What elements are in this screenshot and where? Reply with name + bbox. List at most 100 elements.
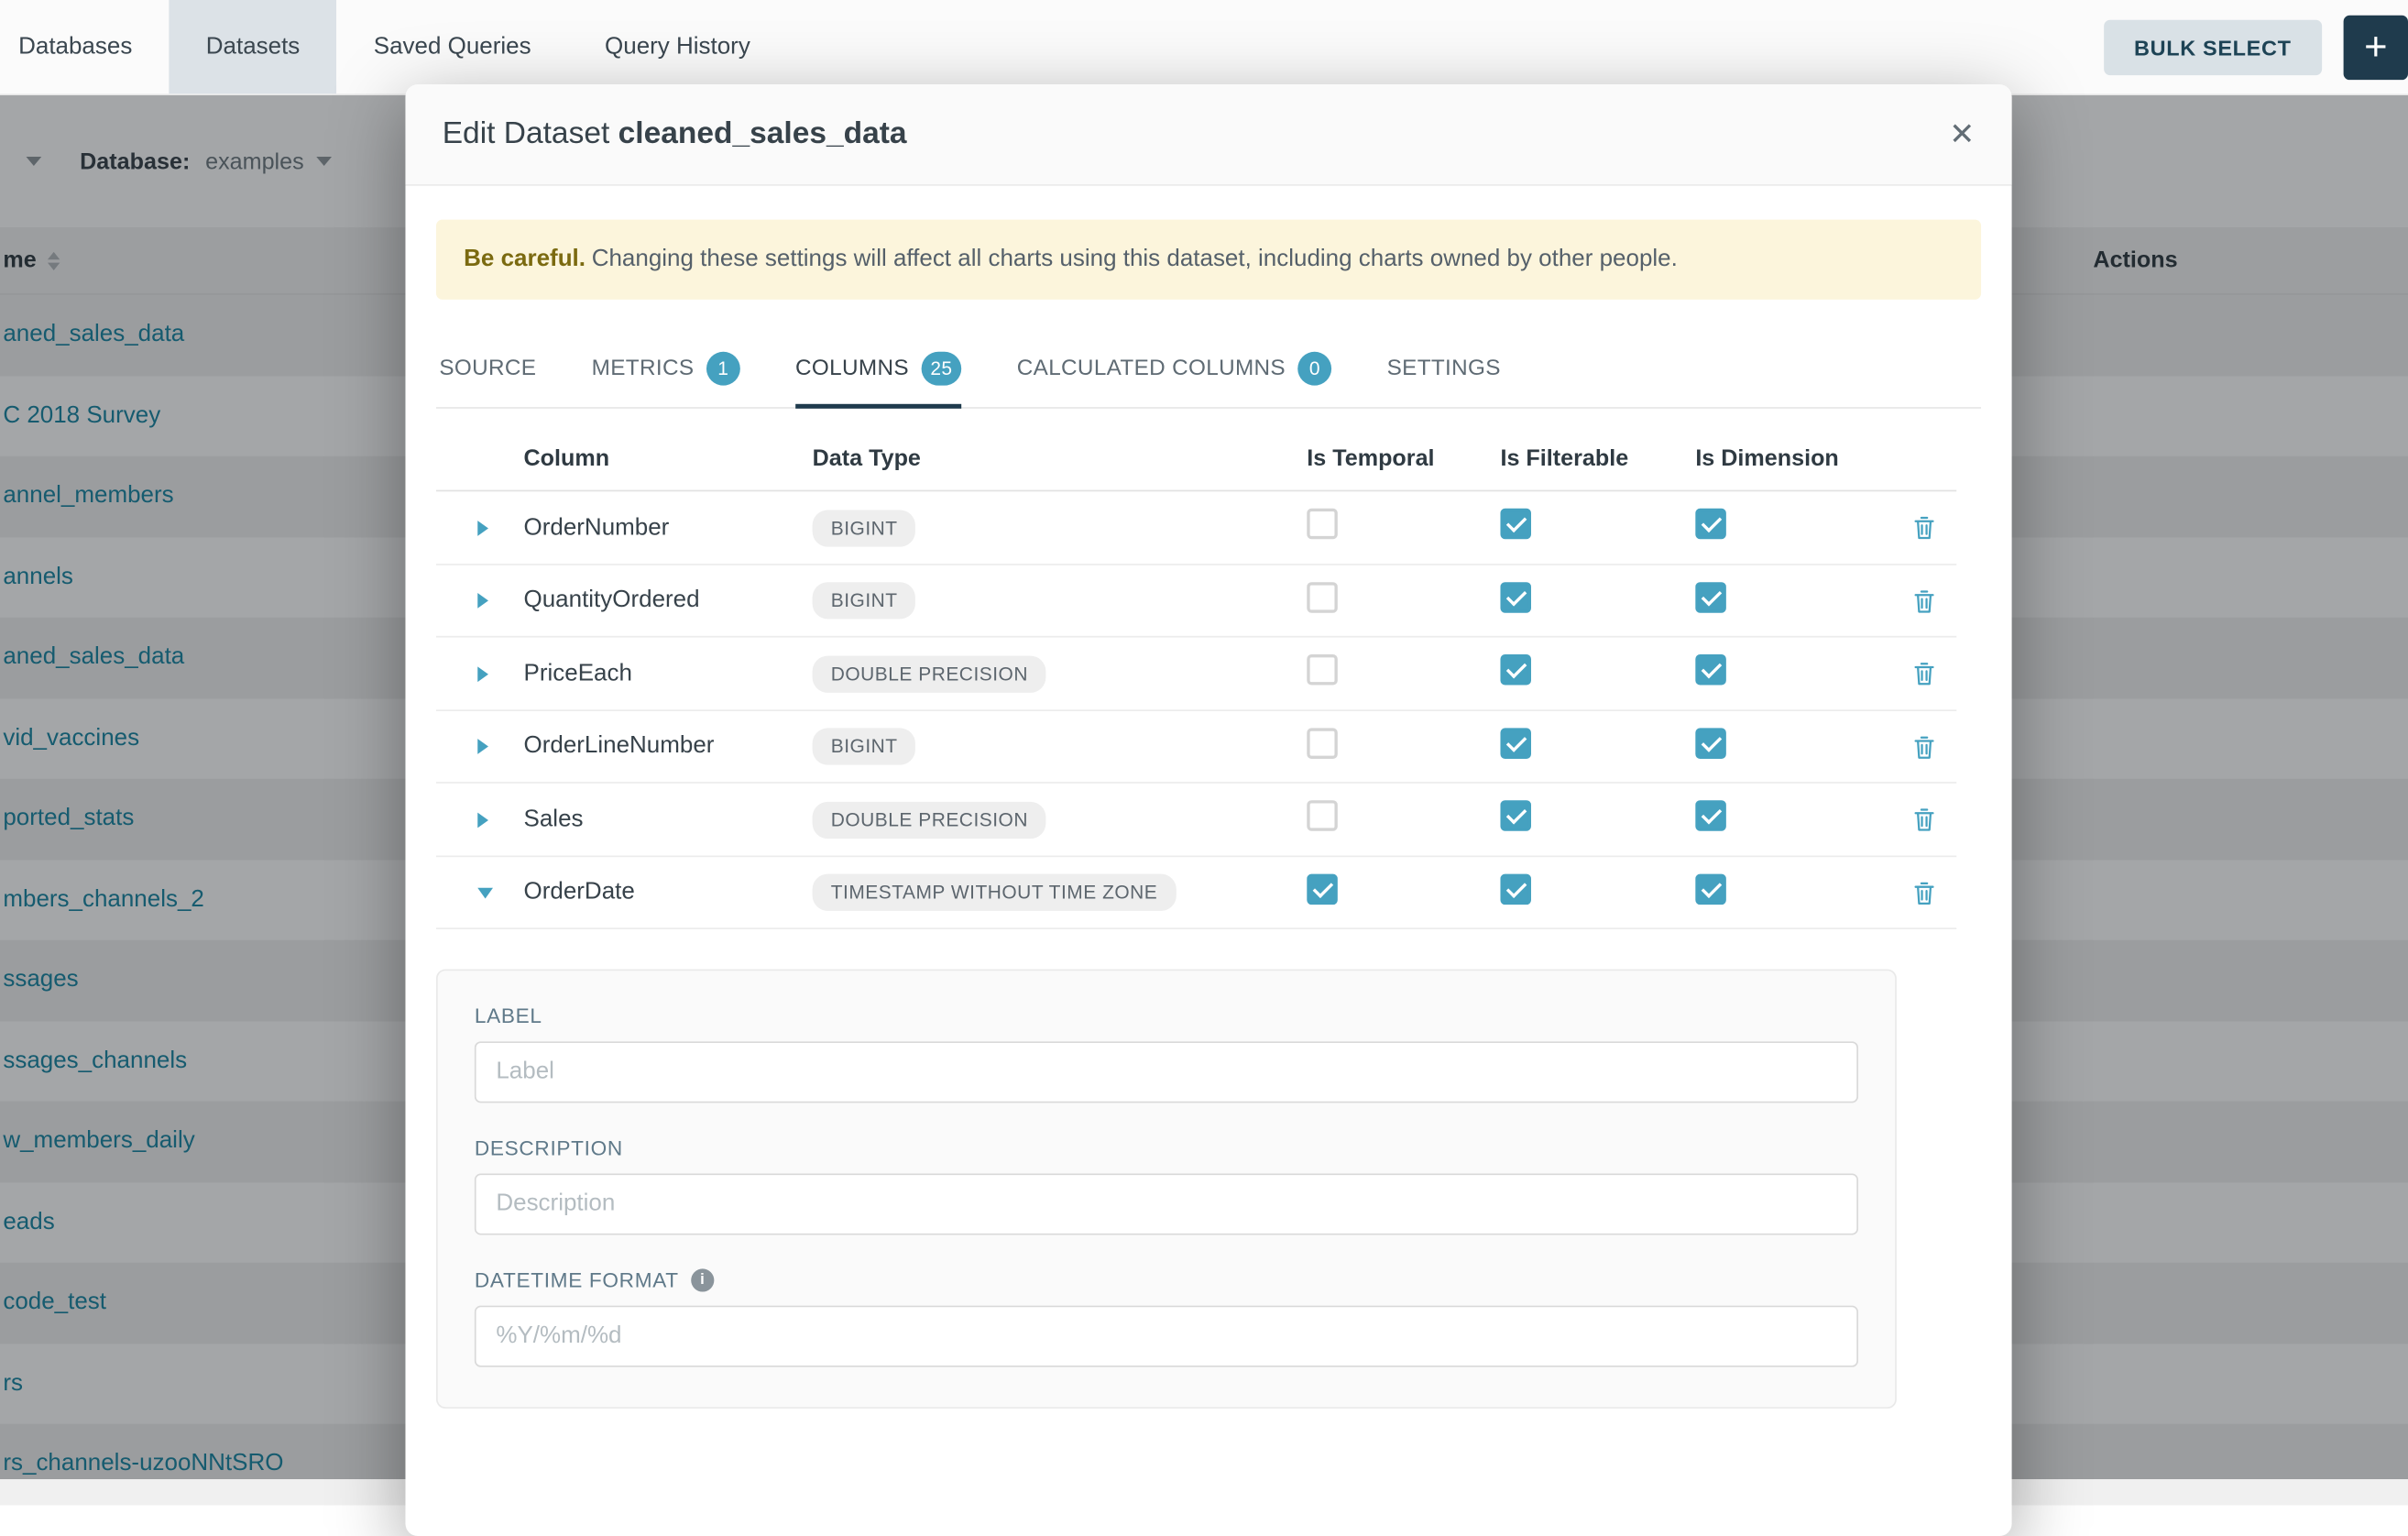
modal-dataset-name: cleaned_sales_data: [618, 116, 907, 150]
column-row: OrderLineNumber BIGINT: [436, 711, 1956, 784]
tab-calculated-columns[interactable]: CALCULATED COLUMNS 0: [1017, 334, 1332, 407]
is-filterable-checkbox[interactable]: [1500, 873, 1531, 905]
column-row: Sales DOUBLE PRECISION: [436, 784, 1956, 858]
trash-icon: [1910, 732, 1937, 762]
datetime-format-field-label: DATETIME FORMAT i: [475, 1269, 1858, 1292]
is-dimension-checkbox[interactable]: [1695, 873, 1726, 905]
column-row: PriceEach DOUBLE PRECISION: [436, 638, 1956, 711]
is-temporal-checkbox[interactable]: [1307, 728, 1338, 759]
modal-tabs: SOURCE METRICS 1 COLUMNS 25 CALCULATED C…: [436, 334, 1981, 409]
delete-column-button[interactable]: [1910, 513, 1937, 543]
data-type-chip: BIGINT: [813, 583, 916, 620]
is-filterable-checkbox[interactable]: [1500, 801, 1531, 832]
is-temporal-checkbox[interactable]: [1307, 873, 1338, 905]
tab-label: SOURCE: [439, 357, 536, 382]
label-input[interactable]: [475, 1042, 1858, 1103]
delete-column-button[interactable]: [1910, 587, 1937, 616]
add-dataset-button[interactable]: +: [2344, 15, 2408, 79]
tab-settings[interactable]: SETTINGS: [1387, 334, 1501, 407]
datetime-format-field: DATETIME FORMAT i: [475, 1269, 1858, 1367]
plus-icon: +: [2364, 23, 2387, 71]
top-navbar: Databases Datasets Saved Queries Query H…: [0, 0, 2408, 95]
tab-metrics[interactable]: METRICS 1: [592, 334, 740, 407]
metrics-count-badge: 1: [706, 353, 740, 387]
column-name: OrderLineNumber: [507, 733, 813, 761]
column-row-expanded: OrderDate TIMESTAMP WITHOUT TIME ZONE: [436, 857, 1956, 930]
nav-item-label: Saved Queries: [374, 33, 531, 60]
calculated-columns-count-badge: 0: [1297, 353, 1331, 387]
trash-icon: [1910, 659, 1937, 688]
close-icon[interactable]: ✕: [1949, 119, 1975, 150]
bulk-select-button[interactable]: BULK SELECT: [2103, 19, 2322, 74]
tab-label: CALCULATED COLUMNS: [1017, 357, 1286, 382]
delete-column-button[interactable]: [1910, 732, 1937, 762]
warning-bold-text: Be careful.: [464, 246, 586, 271]
info-icon[interactable]: i: [691, 1269, 714, 1292]
columns-count-badge: 25: [921, 353, 961, 387]
columns-table: Column Data Type Is Temporal Is Filterab…: [436, 410, 1956, 930]
warning-text: Changing these settings will affect all …: [592, 246, 1678, 271]
column-row: OrderNumber BIGINT: [436, 492, 1956, 565]
column-detail-panel: LABEL DESCRIPTION DATETIME FORMAT i: [436, 970, 1897, 1409]
description-field-label: DESCRIPTION: [475, 1137, 1858, 1160]
is-dimension-checkbox[interactable]: [1695, 582, 1726, 613]
is-filterable-checkbox[interactable]: [1500, 509, 1531, 540]
column-row: QuantityOrdered BIGINT: [436, 565, 1956, 639]
column-name: QuantityOrdered: [507, 587, 813, 615]
modal-body: Be careful.Changing these settings will …: [405, 186, 2011, 1410]
columns-table-header: Column Data Type Is Temporal Is Filterab…: [436, 410, 1956, 493]
column-name: Sales: [507, 806, 813, 833]
nav-item-query-history[interactable]: Query History: [568, 0, 787, 93]
screen: Databases Datasets Saved Queries Query H…: [0, 0, 2408, 1479]
nav-item-label: Databases: [18, 33, 132, 60]
trash-icon: [1910, 806, 1937, 835]
nav-item-datasets[interactable]: Datasets: [170, 0, 337, 93]
data-type-chip: DOUBLE PRECISION: [813, 801, 1047, 838]
is-dimension-header: Is Dimension: [1695, 446, 1890, 472]
delete-column-button[interactable]: [1910, 659, 1937, 688]
is-filterable-checkbox[interactable]: [1500, 654, 1531, 686]
data-type-chip: BIGINT: [813, 729, 916, 765]
is-temporal-checkbox[interactable]: [1307, 801, 1338, 832]
column-name: OrderDate: [507, 879, 813, 906]
tab-source[interactable]: SOURCE: [439, 334, 536, 407]
nav-item-saved-queries[interactable]: Saved Queries: [337, 0, 568, 93]
data-type-header: Data Type: [813, 446, 1308, 472]
collapse-row-icon[interactable]: [477, 887, 493, 898]
column-name: PriceEach: [507, 660, 813, 687]
delete-column-button[interactable]: [1910, 878, 1937, 907]
tab-columns[interactable]: COLUMNS 25: [795, 334, 961, 407]
is-dimension-checkbox[interactable]: [1695, 728, 1726, 759]
is-dimension-checkbox[interactable]: [1695, 654, 1726, 686]
tab-label: METRICS: [592, 357, 695, 382]
is-filterable-checkbox[interactable]: [1500, 582, 1531, 613]
data-type-chip: TIMESTAMP WITHOUT TIME ZONE: [813, 874, 1177, 911]
data-type-chip: BIGINT: [813, 510, 916, 546]
nav-item-label: Query History: [605, 33, 750, 60]
expand-row-icon[interactable]: [477, 593, 488, 609]
edit-dataset-modal: Edit Dataset cleaned_sales_data ✕ Be car…: [405, 84, 2011, 1536]
is-dimension-checkbox[interactable]: [1695, 509, 1726, 540]
is-temporal-checkbox[interactable]: [1307, 582, 1338, 613]
data-type-chip: DOUBLE PRECISION: [813, 655, 1047, 692]
is-filterable-checkbox[interactable]: [1500, 728, 1531, 759]
is-dimension-checkbox[interactable]: [1695, 801, 1726, 832]
modal-header: Edit Dataset cleaned_sales_data ✕: [405, 84, 2011, 186]
nav-item-databases[interactable]: Databases: [0, 0, 170, 93]
datetime-format-input[interactable]: [475, 1306, 1858, 1367]
tab-label: SETTINGS: [1387, 357, 1501, 382]
tab-label: COLUMNS: [795, 357, 909, 382]
is-temporal-header: Is Temporal: [1307, 446, 1500, 472]
expand-row-icon[interactable]: [477, 521, 488, 536]
trash-icon: [1910, 878, 1937, 907]
description-input[interactable]: [475, 1174, 1858, 1235]
is-temporal-checkbox[interactable]: [1307, 654, 1338, 686]
column-header: Column: [507, 446, 813, 472]
expand-row-icon[interactable]: [477, 666, 488, 682]
expand-row-icon[interactable]: [477, 740, 488, 755]
expand-row-icon[interactable]: [477, 812, 488, 828]
is-temporal-checkbox[interactable]: [1307, 509, 1338, 540]
is-filterable-header: Is Filterable: [1500, 446, 1695, 472]
navbar-right: BULK SELECT +: [2103, 0, 2408, 93]
delete-column-button[interactable]: [1910, 806, 1937, 835]
